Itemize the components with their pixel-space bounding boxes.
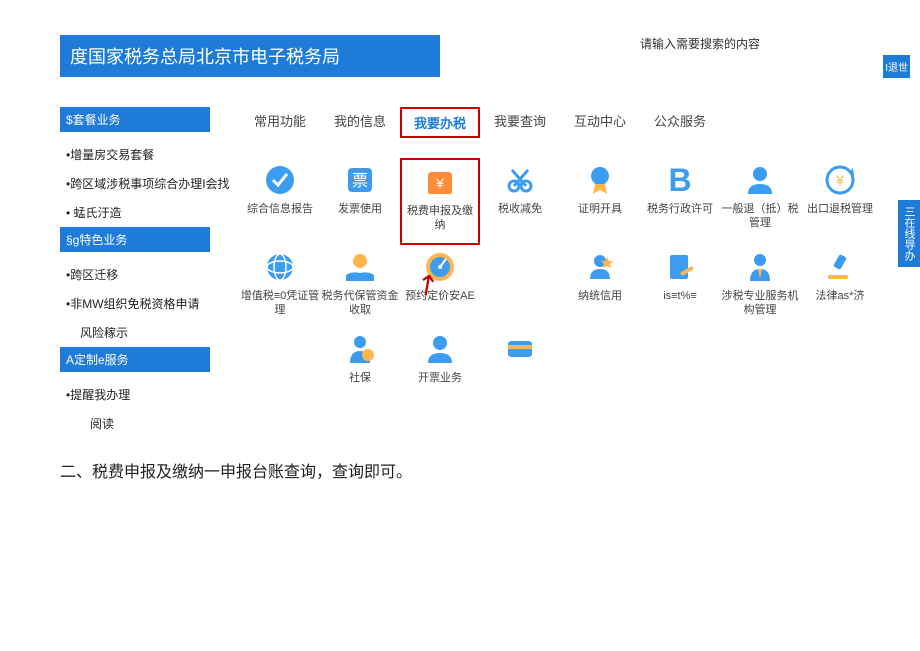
card-icon <box>502 331 538 367</box>
person-icon <box>742 162 778 198</box>
svc-blank[interactable] <box>480 327 560 395</box>
svc-custody[interactable]: 税务代保管资金收取 <box>320 245 400 328</box>
wallet-yen-icon: ¥ <box>422 164 458 200</box>
hands-money-icon <box>342 249 378 285</box>
star-person-icon <box>582 249 618 285</box>
svc-invoice[interactable]: 票 发票使用 <box>320 158 400 245</box>
svc-credit[interactable]: 纳统信用 <box>560 245 640 328</box>
check-circle-icon <box>262 162 298 198</box>
svc-admin-permit[interactable]: B 税务行政许可 <box>640 158 720 245</box>
page-title: 度国家税务总局北京市电子税务局 <box>60 35 440 77</box>
svc-other[interactable]: is≡t%≡ <box>640 245 720 328</box>
tab-common[interactable]: 常用功能 <box>240 107 320 138</box>
svc-pricing[interactable]: 预约定价安AE <box>400 245 480 328</box>
tab-public[interactable]: 公众服务 <box>640 107 720 138</box>
exit-button[interactable]: I退世 <box>881 55 910 78</box>
svc-refund[interactable]: 一般退（抵）税管理 <box>720 158 800 245</box>
refresh-yen-icon: ¥ <box>822 162 858 198</box>
service-grid: 综合信息报告 票 发票使用 ¥ 税费申报及缴纳 税收减免 证明开具 B 税务行政… <box>240 158 920 395</box>
instruction-text: 二、税费申报及缴纳一申报台账查询，查询即可。 <box>60 458 920 482</box>
svc-export-refund[interactable]: ¥ 出口退税管理 <box>800 158 880 245</box>
svc-invoice-biz[interactable]: 开票业务 <box>400 327 480 395</box>
tab-myinfo[interactable]: 我的信息 <box>320 107 400 138</box>
sidebar-header-special: §g特色业务 <box>60 227 210 252</box>
letter-b-icon: B <box>662 162 698 198</box>
sidebar-item[interactable]: •增量房交易套餐 <box>60 140 240 169</box>
sidebar-header-package: $套餐业务 <box>60 107 210 132</box>
gavel-icon <box>822 249 858 285</box>
search-input[interactable]: 请输入需要搜索的内容 <box>640 35 760 52</box>
svc-social[interactable]: 社保 <box>320 327 400 395</box>
svc-tax-declare[interactable]: ¥ 税费申报及缴纳 <box>400 158 480 245</box>
sidebar-item[interactable]: •跨区迁移 <box>60 260 240 289</box>
tab-query[interactable]: 我要查询 <box>480 107 560 138</box>
tab-bar: 常用功能 我的信息 我要办税 我要查询 互动中心 公众服务 <box>240 107 920 138</box>
sidebar-item[interactable]: •非MW组织免税资格申请 <box>60 289 240 318</box>
globe-icon <box>262 249 298 285</box>
sidebar-item[interactable]: • 蜢氏汙造 <box>60 198 240 227</box>
svc-pro-service[interactable]: 涉税专业服务机构管理 <box>720 245 800 328</box>
medal-icon <box>582 162 618 198</box>
person-shield-icon <box>342 331 378 367</box>
svc-cert[interactable]: 证明开具 <box>560 158 640 245</box>
scissors-icon <box>502 162 538 198</box>
person-icon <box>422 331 458 367</box>
gauge-icon <box>422 249 458 285</box>
invoice-icon: 票 <box>342 162 378 198</box>
svc-vat-cert[interactable]: 增值税≡0凭证管理 <box>240 245 320 328</box>
svg-text:¥: ¥ <box>835 172 844 188</box>
sidebar-item[interactable]: •提醒我办理 <box>60 380 240 409</box>
svc-tax-reduce[interactable]: 税收减免 <box>480 158 560 245</box>
person-tie-icon <box>742 249 778 285</box>
sidebar: $套餐业务 •增量房交易套餐 •跨区域涉税事项综合办理I会找 • 蜢氏汙造 §g… <box>0 107 240 438</box>
svc-info-report[interactable]: 综合信息报告 <box>240 158 320 245</box>
sidebar-item[interactable]: 阅读 <box>60 409 240 438</box>
sidebar-item[interactable]: •跨区域涉税事项综合办理I会找 <box>60 169 240 198</box>
document-pen-icon <box>662 249 698 285</box>
svc-legal[interactable]: 法律as*济 <box>800 245 880 328</box>
tab-dotax[interactable]: 我要办税 <box>400 107 480 138</box>
tab-interact[interactable]: 互动中心 <box>560 107 640 138</box>
sidebar-header-custom: A定制e服务 <box>60 347 210 372</box>
main-content: 常用功能 我的信息 我要办税 我要查询 互动中心 公众服务 综合信息报告 票 发… <box>240 107 920 438</box>
svg-text:票: 票 <box>352 173 368 190</box>
sidebar-item[interactable]: 风险稼示 <box>60 318 240 347</box>
svg-text:¥: ¥ <box>435 175 444 191</box>
